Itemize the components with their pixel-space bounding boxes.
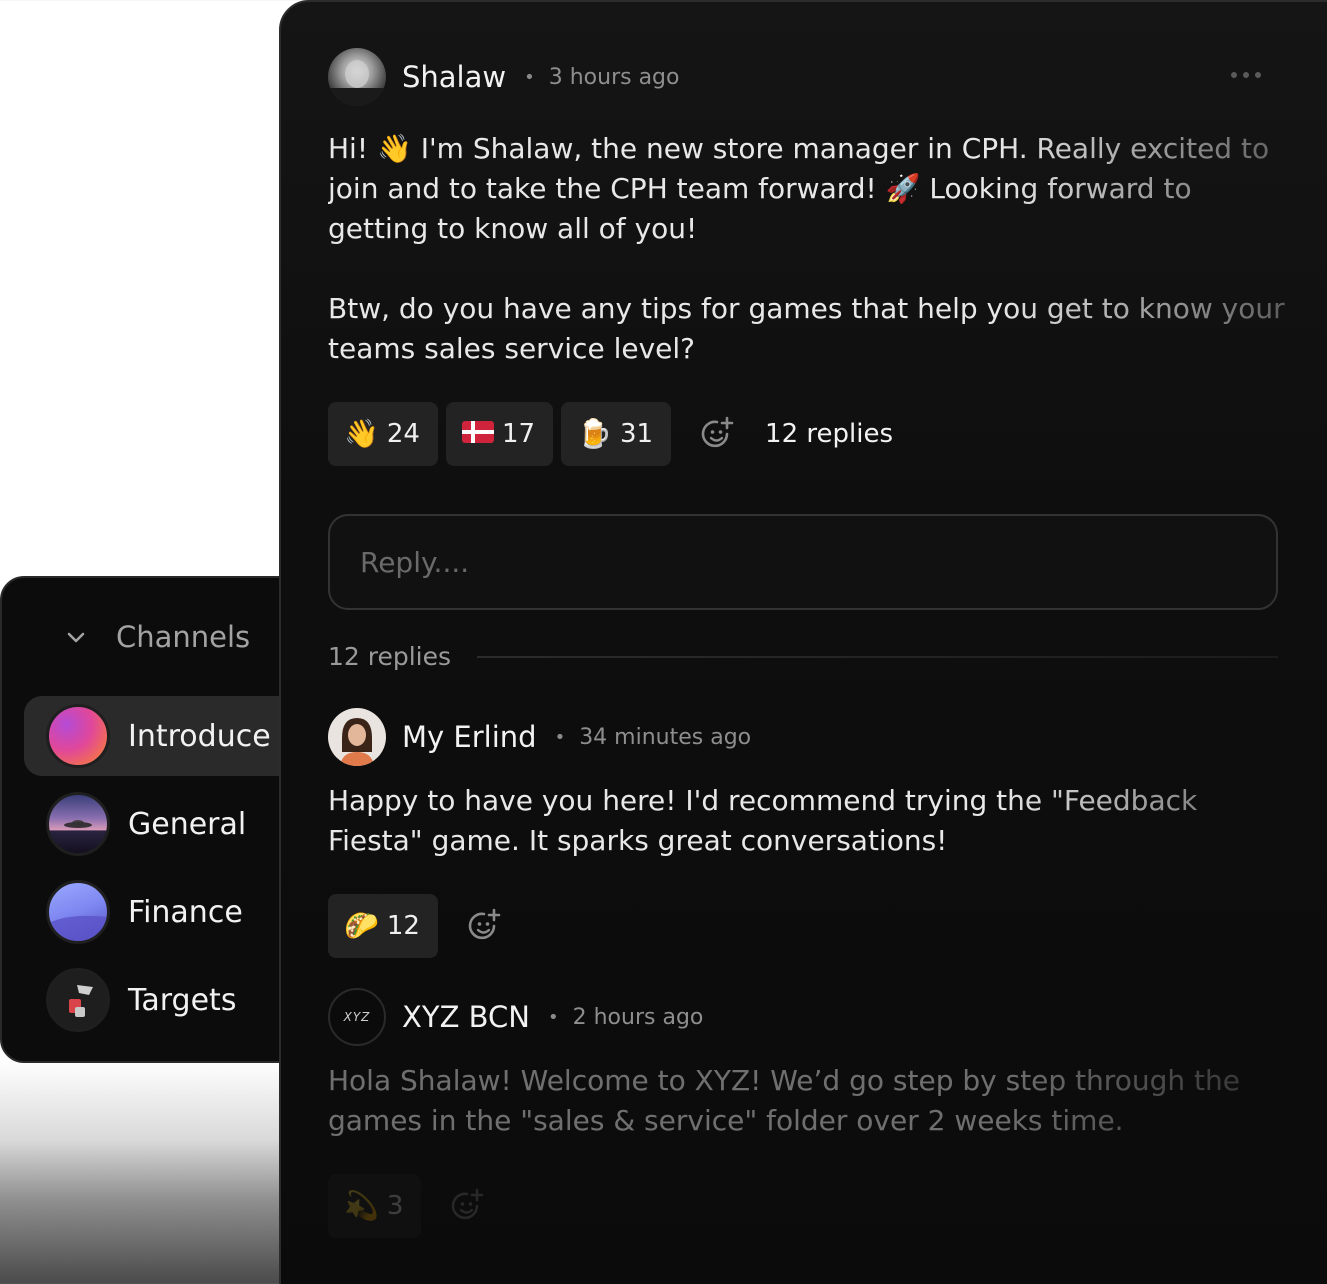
replies-link[interactable]: 12 replies	[765, 419, 893, 449]
channels-section-toggle[interactable]: Channels	[62, 620, 250, 654]
channel-avatar-introduce	[46, 704, 110, 768]
reaction-taco[interactable]: 🌮 12	[328, 894, 438, 958]
wave-emoji-icon: 👋	[344, 417, 379, 450]
reply-reactions: 🌮 12	[328, 894, 504, 958]
reply-reactions: 💫 3	[328, 1174, 487, 1238]
reaction-count: 12	[386, 911, 420, 941]
channel-label: Finance	[128, 894, 243, 930]
avatar[interactable]: XYZ	[328, 988, 386, 1046]
reaction-comet[interactable]: 💫 3	[328, 1174, 422, 1238]
author-name[interactable]: Shalaw	[402, 60, 506, 94]
reaction-denmark-flag[interactable]: 17	[445, 402, 554, 466]
channel-avatar-general	[46, 792, 110, 856]
post-reactions: 👋 24 17 🍺 31 12 replies	[328, 402, 893, 466]
avatar[interactable]	[328, 48, 386, 106]
denmark-flag-icon	[461, 420, 494, 448]
channel-item-finance[interactable]: Finance	[24, 872, 318, 952]
reaction-count: 3	[386, 1191, 404, 1221]
reaction-beer[interactable]: 🍺 31	[561, 402, 672, 466]
beer-emoji-icon: 🍺	[577, 417, 612, 450]
reply-body: Happy to have you here! I'd recommend tr…	[328, 784, 1198, 857]
replies-divider: 12 replies	[328, 642, 1278, 671]
taco-emoji-icon: 🌮	[344, 909, 379, 942]
reaction-wave[interactable]: 👋 24	[328, 402, 438, 466]
channels-header-label: Channels	[116, 620, 251, 654]
avatar-text: XYZ	[343, 1010, 371, 1024]
author-name[interactable]: My Erlind	[402, 720, 537, 754]
add-reaction-icon[interactable]	[464, 906, 504, 946]
separator-dot: •	[548, 1006, 559, 1028]
timestamp: 2 hours ago	[572, 1004, 704, 1030]
separator-dot: •	[524, 66, 535, 88]
channel-item-general[interactable]: General	[24, 784, 318, 864]
more-options-icon[interactable]	[1231, 72, 1261, 78]
timestamp: 34 minutes ago	[579, 724, 752, 750]
divider-line	[477, 655, 1278, 658]
channel-item-targets[interactable]: Targets	[24, 960, 318, 1040]
channel-label: Introduce	[128, 718, 271, 754]
chevron-down-icon	[62, 623, 90, 651]
avatar[interactable]	[328, 708, 386, 766]
channel-label: Targets	[128, 982, 237, 1018]
reply-header: My Erlind • 34 minutes ago	[328, 708, 751, 766]
reply-input[interactable]	[328, 514, 1278, 610]
channel-item-introduce[interactable]: Introduce	[24, 696, 318, 776]
comet-emoji-icon: 💫	[344, 1189, 379, 1222]
post-header: Shalaw • 3 hours ago	[328, 48, 679, 106]
add-reaction-icon[interactable]	[447, 1186, 487, 1226]
post-body: Hi! 👋 I'm Shalaw, the new store manager …	[328, 132, 1285, 365]
channel-label: General	[128, 806, 247, 842]
reply-header: XYZ XYZ BCN • 2 hours ago	[328, 988, 703, 1046]
timestamp: 3 hours ago	[548, 64, 680, 90]
channel-avatar-finance	[46, 880, 110, 944]
separator-dot: •	[554, 726, 566, 748]
reaction-count: 24	[386, 419, 420, 449]
add-reaction-icon[interactable]	[697, 414, 737, 454]
reply-body: Hola Shalaw! Welcome to XYZ! We’d go ste…	[328, 1064, 1240, 1137]
reaction-count: 17	[501, 419, 536, 449]
reaction-count: 31	[619, 419, 654, 449]
author-name[interactable]: XYZ BCN	[402, 1000, 530, 1034]
channel-avatar-targets	[46, 968, 110, 1032]
replies-count-label: 12 replies	[328, 642, 452, 671]
channels-sidebar: Channels Introduce General Finance Targe…	[0, 576, 320, 1063]
thread-panel: Shalaw • 3 hours ago Hi! 👋 I'm Shalaw, t…	[279, 0, 1327, 1284]
